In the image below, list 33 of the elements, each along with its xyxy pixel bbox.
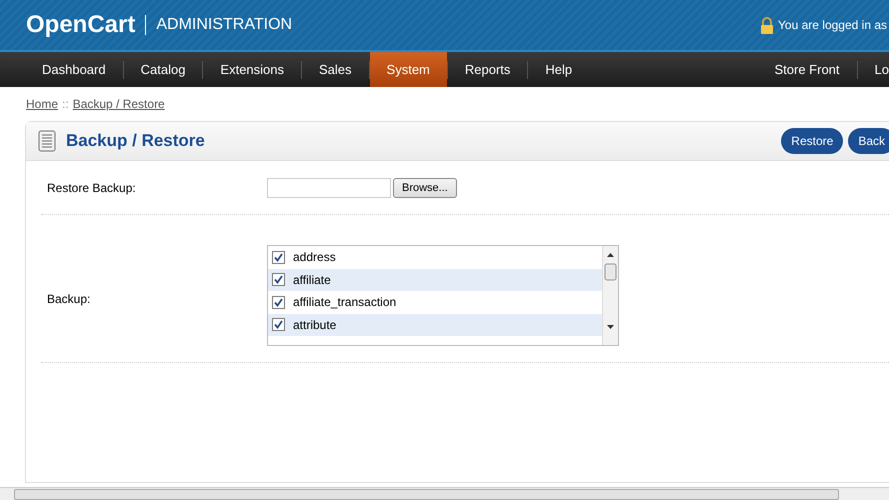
- nav-item[interactable]: Dashboard: [25, 52, 123, 87]
- nav-item[interactable]: Help: [528, 52, 590, 87]
- breadcrumb-link[interactable]: Backup / Restore: [72, 97, 165, 111]
- table-name: affiliate_transaction: [293, 295, 396, 310]
- table-name: attribute: [293, 318, 336, 332]
- table-name: address: [293, 250, 336, 264]
- nav-item[interactable]: Catalog: [124, 52, 202, 87]
- field-label: Backup:: [46, 292, 92, 306]
- checkbox[interactable]: [272, 250, 285, 264]
- file-input[interactable]: [267, 178, 391, 198]
- checkbox[interactable]: [272, 273, 285, 286]
- admin-title: ADMINISTRATION: [155, 16, 292, 34]
- action-button[interactable]: Restore: [781, 128, 844, 154]
- action-button[interactable]: Back: [848, 128, 889, 154]
- panel-title: Backup / Restore: [66, 131, 205, 151]
- nav-item[interactable]: Reports: [448, 52, 528, 87]
- breadcrumb-separator: ::: [62, 97, 69, 111]
- nav-item[interactable]: Lo: [858, 52, 889, 87]
- field-label: Restore Backup:: [46, 180, 137, 194]
- table-name: affiliate: [293, 272, 331, 287]
- nav-item[interactable]: Extensions: [203, 52, 302, 87]
- login-status: You are logged in as: [778, 18, 887, 32]
- logo-text: OpenCart: [26, 15, 146, 35]
- checkbox[interactable]: [272, 318, 285, 332]
- scrollbar[interactable]: [602, 246, 618, 345]
- browse-button[interactable]: Browse...: [393, 178, 457, 198]
- horizontal-scrollbar[interactable]: [0, 487, 889, 500]
- lock-icon: [759, 16, 776, 34]
- breadcrumb-link[interactable]: Home: [26, 97, 58, 111]
- checkbox[interactable]: [272, 296, 285, 309]
- nav-item[interactable]: System: [370, 52, 447, 87]
- nav-item[interactable]: Store Front: [758, 52, 857, 87]
- nav-item[interactable]: Sales: [302, 52, 369, 87]
